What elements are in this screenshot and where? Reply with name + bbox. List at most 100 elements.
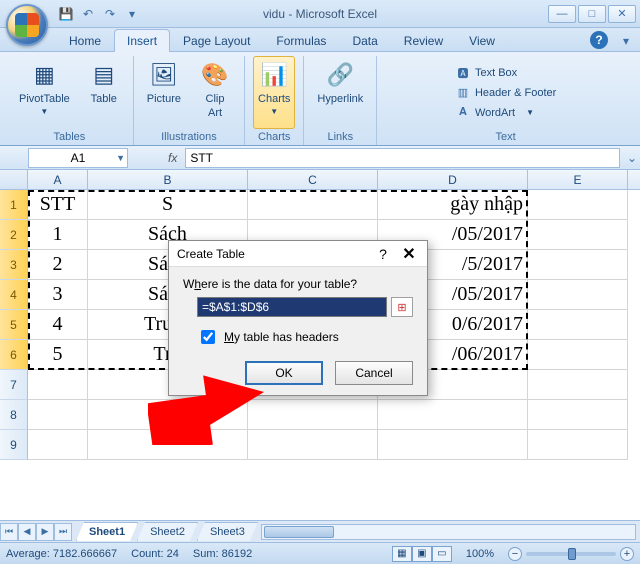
hyperlink-button[interactable]: 🔗 Hyperlink bbox=[312, 56, 368, 129]
tab-view[interactable]: View bbox=[456, 29, 508, 52]
row-header[interactable]: 1 bbox=[0, 190, 28, 220]
cell[interactable]: 3 bbox=[28, 280, 88, 310]
cell[interactable] bbox=[88, 430, 248, 460]
row-header[interactable]: 6 bbox=[0, 340, 28, 370]
cell[interactable]: 2 bbox=[28, 250, 88, 280]
col-header-b[interactable]: B bbox=[88, 170, 248, 189]
office-button[interactable] bbox=[6, 4, 48, 46]
zoom-out-button[interactable]: − bbox=[508, 547, 522, 561]
view-layout-button[interactable]: ▣ bbox=[412, 546, 432, 562]
charts-button[interactable]: 📊 Charts ▼ bbox=[253, 56, 295, 129]
cell[interactable] bbox=[248, 400, 378, 430]
ok-button[interactable]: OK bbox=[245, 361, 323, 385]
cell[interactable] bbox=[28, 400, 88, 430]
tab-insert[interactable]: Insert bbox=[114, 29, 170, 52]
view-break-button[interactable]: ▭ bbox=[432, 546, 452, 562]
sheet-nav-next[interactable]: ▶ bbox=[36, 523, 54, 541]
horizontal-scrollbar[interactable] bbox=[261, 524, 636, 540]
col-header-d[interactable]: D bbox=[378, 170, 528, 189]
sheet-tab-1[interactable]: Sheet1 bbox=[76, 522, 138, 541]
cell[interactable] bbox=[378, 430, 528, 460]
minimize-button[interactable]: — bbox=[548, 5, 576, 23]
row-header[interactable]: 4 bbox=[0, 280, 28, 310]
row-header[interactable]: 5 bbox=[0, 310, 28, 340]
row-header[interactable]: 3 bbox=[0, 250, 28, 280]
cell[interactable] bbox=[528, 400, 628, 430]
tab-page-layout[interactable]: Page Layout bbox=[170, 29, 263, 52]
formula-expand-icon[interactable]: ⌄ bbox=[624, 151, 640, 165]
cancel-button[interactable]: Cancel bbox=[335, 361, 413, 385]
clipart-button[interactable]: 🎨 Clip Art bbox=[194, 56, 236, 129]
tab-formulas[interactable]: Formulas bbox=[263, 29, 339, 52]
col-header-a[interactable]: A bbox=[28, 170, 88, 189]
cell[interactable]: 1 bbox=[28, 220, 88, 250]
cell[interactable] bbox=[28, 430, 88, 460]
cell[interactable]: gày nhập bbox=[378, 190, 528, 220]
sheet-nav-prev[interactable]: ◀ bbox=[18, 523, 36, 541]
dialog-close-button[interactable]: ✕ bbox=[399, 244, 419, 264]
cell[interactable]: 4 bbox=[28, 310, 88, 340]
cell[interactable] bbox=[528, 220, 628, 250]
formula-bar[interactable]: STT bbox=[185, 148, 620, 168]
cell[interactable]: 5 bbox=[28, 340, 88, 370]
zoom-percent[interactable]: 100% bbox=[466, 548, 494, 560]
row-header[interactable]: 9 bbox=[0, 430, 28, 460]
picture-button[interactable]: 🖼 Picture bbox=[142, 56, 186, 129]
range-picker-button[interactable]: ⊞ bbox=[391, 297, 413, 317]
headers-checkbox[interactable] bbox=[201, 330, 215, 344]
fx-icon[interactable]: fx bbox=[168, 151, 177, 165]
view-normal-button[interactable]: ▦ bbox=[392, 546, 412, 562]
textbox-button[interactable]: 🅰Text Box bbox=[453, 64, 558, 82]
row-header[interactable]: 8 bbox=[0, 400, 28, 430]
col-header-e[interactable]: E bbox=[528, 170, 628, 189]
pivottable-button[interactable]: ▦ PivotTable ▼ bbox=[14, 56, 75, 129]
dialog-help-button[interactable]: ? bbox=[375, 246, 391, 262]
row-header[interactable]: 2 bbox=[0, 220, 28, 250]
tab-home[interactable]: Home bbox=[56, 29, 114, 52]
cell[interactable]: STT bbox=[28, 190, 88, 220]
cell[interactable] bbox=[88, 400, 248, 430]
cell[interactable] bbox=[248, 190, 378, 220]
cell[interactable] bbox=[528, 250, 628, 280]
cell[interactable] bbox=[248, 430, 378, 460]
cell[interactable] bbox=[528, 370, 628, 400]
save-icon[interactable]: 💾 bbox=[56, 4, 76, 24]
redo-icon[interactable]: ↷ bbox=[100, 4, 120, 24]
select-all-corner[interactable] bbox=[0, 170, 28, 189]
charts-label: Charts bbox=[258, 93, 290, 105]
cell[interactable] bbox=[528, 310, 628, 340]
tab-data[interactable]: Data bbox=[339, 29, 390, 52]
cell[interactable] bbox=[28, 370, 88, 400]
cell[interactable]: S bbox=[88, 190, 248, 220]
name-box[interactable]: A1 ▼ bbox=[28, 148, 128, 168]
zoom-slider[interactable] bbox=[526, 552, 616, 556]
qat-customize-icon[interactable]: ▾ bbox=[122, 4, 142, 24]
range-input[interactable]: =$A$1:$D$6 bbox=[197, 297, 387, 317]
tab-review[interactable]: Review bbox=[391, 29, 456, 52]
maximize-button[interactable]: □ bbox=[578, 5, 606, 23]
sheet-tab-2[interactable]: Sheet2 bbox=[137, 522, 198, 541]
charts-icon: 📊 bbox=[258, 59, 290, 91]
sheet-tab-3[interactable]: Sheet3 bbox=[197, 522, 258, 541]
chevron-down-icon[interactable]: ▼ bbox=[116, 153, 125, 163]
cell[interactable] bbox=[528, 190, 628, 220]
chevron-down-icon: ▼ bbox=[270, 107, 278, 116]
ribbon-minimize-icon[interactable]: ▾ bbox=[616, 31, 636, 51]
close-button[interactable]: ✕ bbox=[608, 5, 636, 23]
table-button[interactable]: ▤ Table bbox=[83, 56, 125, 129]
help-icon[interactable]: ? bbox=[590, 31, 608, 49]
cell[interactable] bbox=[528, 280, 628, 310]
wordart-button[interactable]: 𝐀WordArt ▼ bbox=[453, 104, 558, 122]
sheet-nav-last[interactable]: ⏭ bbox=[54, 523, 72, 541]
cell[interactable] bbox=[378, 400, 528, 430]
sheet-nav-first[interactable]: ⏮ bbox=[0, 523, 18, 541]
header-footer-button[interactable]: ▥Header & Footer bbox=[453, 84, 558, 102]
cell[interactable] bbox=[528, 340, 628, 370]
zoom-in-button[interactable]: + bbox=[620, 547, 634, 561]
row-header[interactable]: 7 bbox=[0, 370, 28, 400]
col-header-c[interactable]: C bbox=[248, 170, 378, 189]
table-label: Table bbox=[91, 93, 117, 105]
undo-icon[interactable]: ↶ bbox=[78, 4, 98, 24]
header-footer-icon: ▥ bbox=[455, 85, 471, 101]
cell[interactable] bbox=[528, 430, 628, 460]
